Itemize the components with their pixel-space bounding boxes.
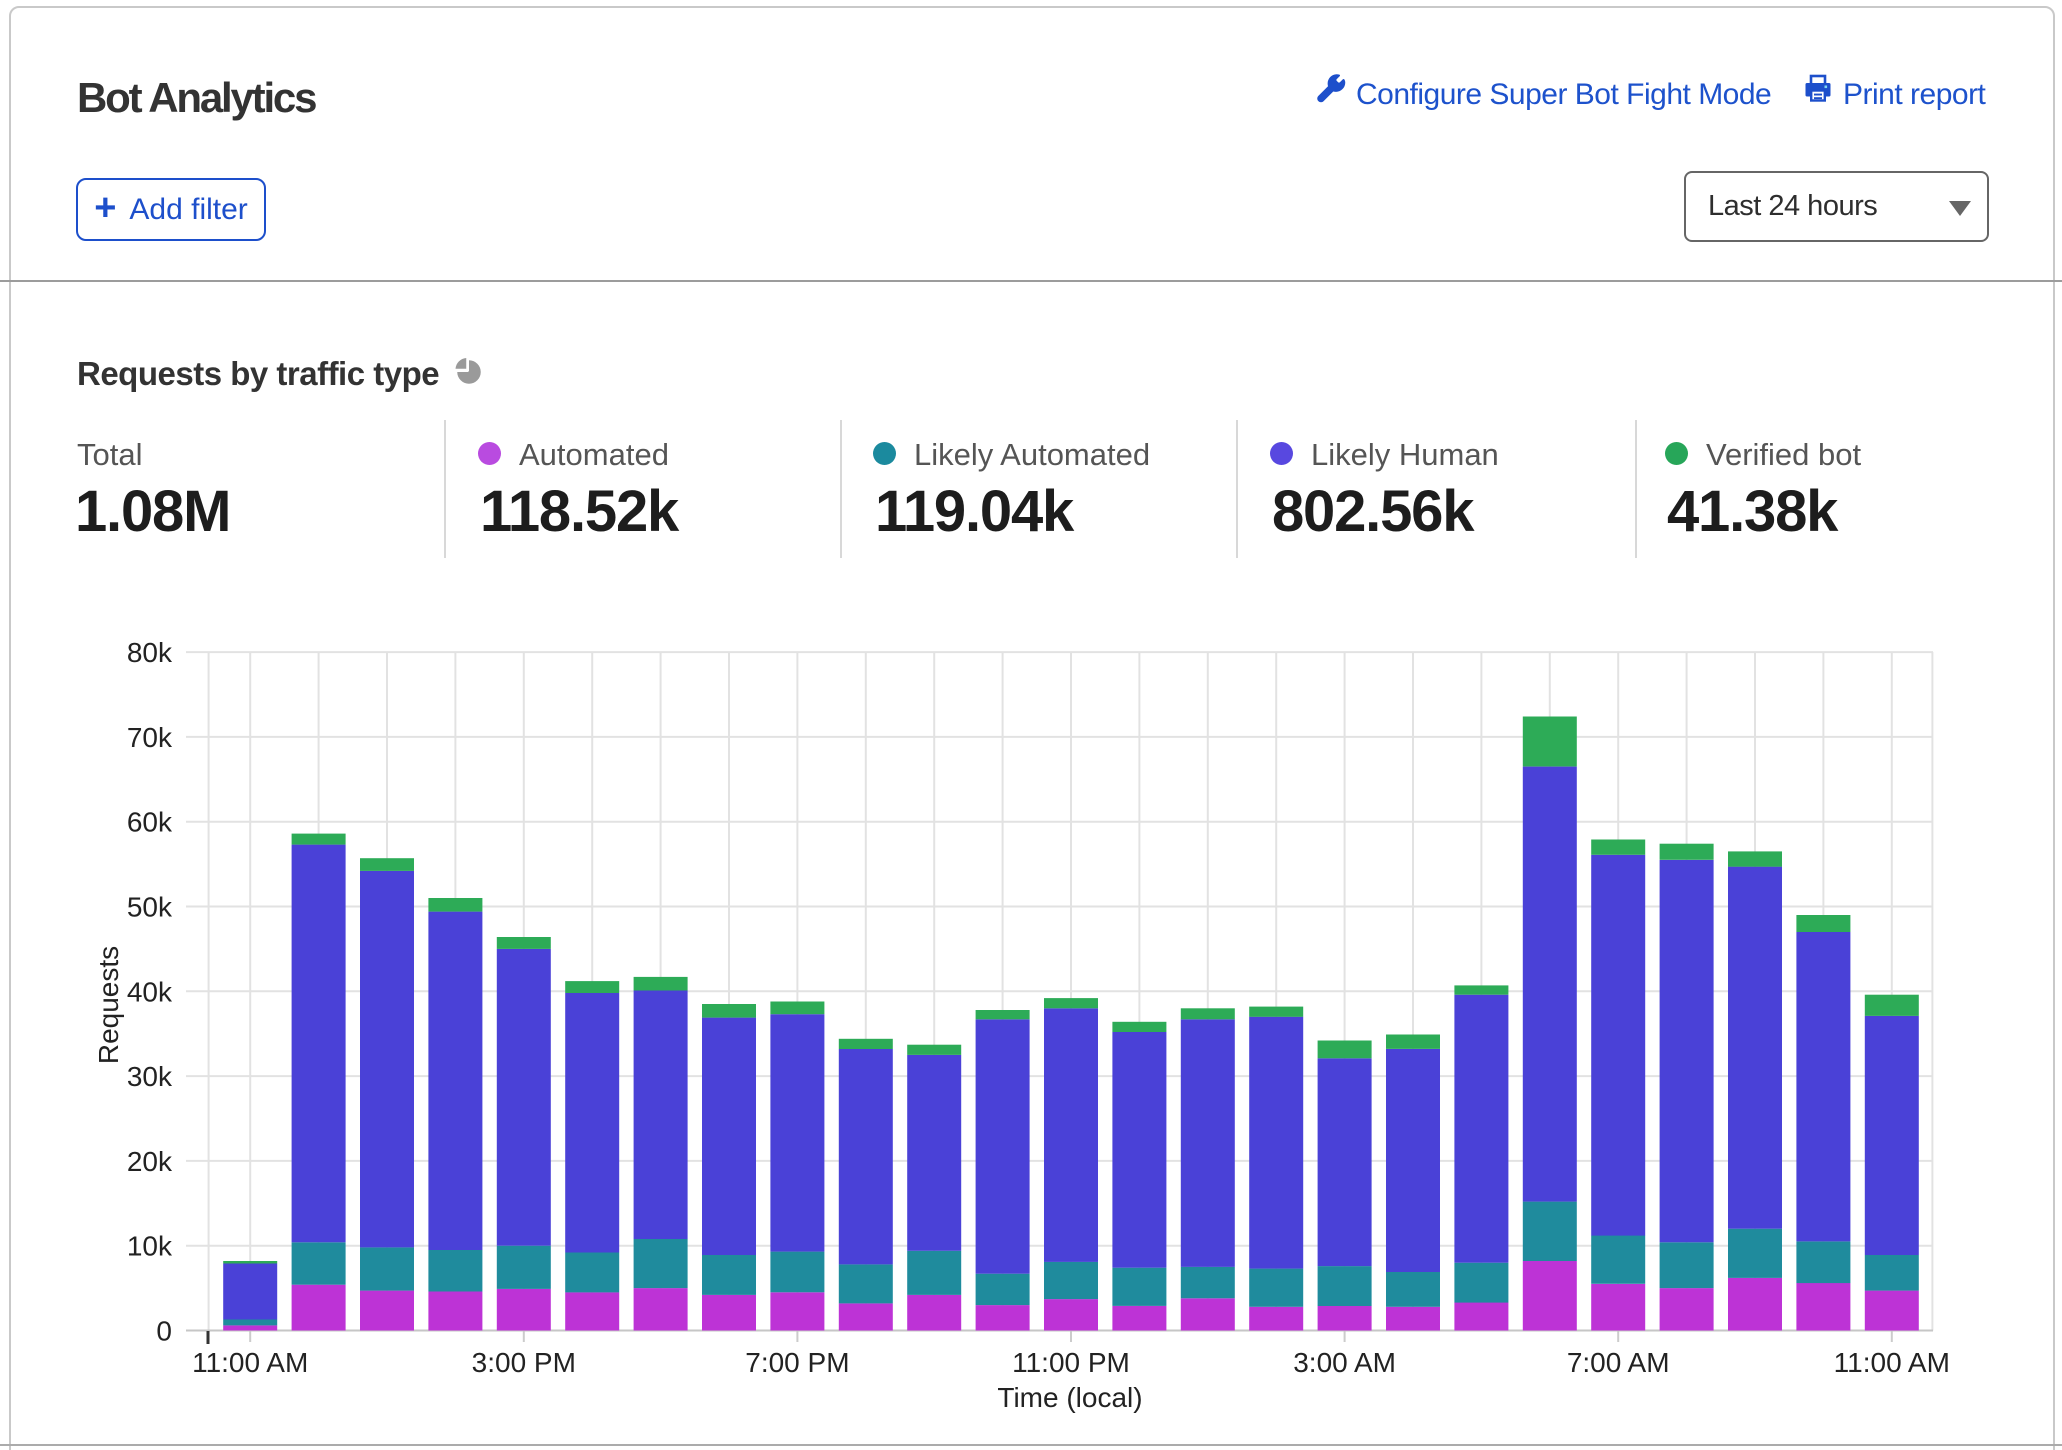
svg-text:11:00 AM: 11:00 AM bbox=[192, 1347, 308, 1378]
svg-text:40k: 40k bbox=[127, 976, 173, 1007]
svg-text:10k: 10k bbox=[127, 1231, 173, 1262]
svg-text:11:00 AM: 11:00 AM bbox=[1834, 1347, 1950, 1378]
svg-text:Requests: Requests bbox=[93, 946, 124, 1064]
svg-text:30k: 30k bbox=[127, 1061, 173, 1092]
svg-text:70k: 70k bbox=[127, 722, 173, 753]
svg-text:60k: 60k bbox=[127, 807, 173, 838]
svg-text:80k: 80k bbox=[127, 637, 173, 668]
svg-text:7:00 PM: 7:00 PM bbox=[745, 1347, 849, 1378]
svg-text:3:00 AM: 3:00 AM bbox=[1293, 1347, 1396, 1378]
svg-text:Time (local): Time (local) bbox=[997, 1382, 1142, 1413]
svg-text:50k: 50k bbox=[127, 892, 173, 923]
svg-text:11:00 PM: 11:00 PM bbox=[1012, 1347, 1130, 1378]
svg-text:7:00 AM: 7:00 AM bbox=[1567, 1347, 1670, 1378]
svg-text:20k: 20k bbox=[127, 1146, 173, 1177]
svg-text:0: 0 bbox=[156, 1316, 172, 1347]
svg-text:3:00 PM: 3:00 PM bbox=[472, 1347, 576, 1378]
